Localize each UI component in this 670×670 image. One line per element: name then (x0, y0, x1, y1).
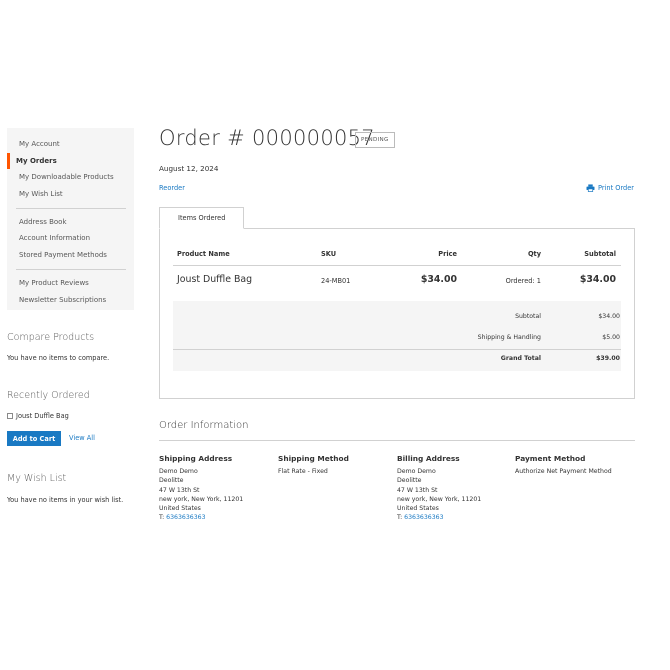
recent-item-checkbox[interactable] (7, 413, 13, 419)
order-information-divider (159, 440, 635, 441)
col-header-price: Price (438, 250, 457, 258)
tab-items-ordered[interactable]: Items Ordered (159, 207, 244, 229)
payment-method-value: Authorize Net Payment Method (515, 468, 612, 475)
nav-account-information[interactable]: Account Information (7, 230, 134, 247)
shipping-method-value: Flat Rate - Fixed (278, 468, 328, 475)
shipping-company: Deolitte (159, 477, 184, 485)
billing-phone-prefix: T: (397, 514, 403, 522)
nav-address-book[interactable]: Address Book (7, 214, 134, 231)
print-order-link[interactable]: Print Order (586, 184, 634, 192)
shipping-address-block: Shipping Address Demo Demo Deolitte 47 W… (159, 454, 277, 523)
compare-products-title: Compare Products (7, 332, 95, 343)
grand-total-label: Grand Total (500, 355, 541, 362)
nav-downloadable-products[interactable]: My Downloadable Products (7, 169, 134, 186)
shipping-label: Shipping & Handling (477, 334, 541, 341)
billing-street: 47 W 13th St (397, 486, 438, 494)
billing-company: Deolitte (397, 477, 422, 485)
subtotal-label: Subtotal (515, 313, 541, 320)
nav-my-orders[interactable]: My Orders (7, 152, 134, 170)
recently-ordered-title: Recently Ordered (7, 390, 90, 401)
billing-address-block: Billing Address Demo Demo Deolitte 47 W … (397, 454, 515, 523)
shipping-method-heading: Shipping Method (278, 454, 349, 463)
item-product-name: Joust Duffle Bag (177, 274, 253, 285)
account-sidebar-nav: My Account My Orders My Downloadable Pro… (7, 128, 134, 310)
item-sku: 24-MB01 (321, 277, 351, 285)
shipping-street: 47 W 13th St (159, 486, 200, 494)
payment-method-heading: Payment Method (515, 454, 586, 463)
nav-newsletter-subscriptions[interactable]: Newsletter Subscriptions (7, 292, 134, 309)
table-header-divider (173, 265, 621, 266)
nav-my-account[interactable]: My Account (7, 136, 134, 153)
shipping-value: $5.00 (602, 334, 620, 341)
nav-product-reviews[interactable]: My Product Reviews (7, 275, 134, 292)
print-order-label: Print Order (597, 184, 634, 192)
billing-name: Demo Demo (397, 468, 436, 475)
shipping-phone-prefix: T: (159, 514, 165, 522)
subtotal-value: $34.00 (598, 313, 620, 320)
shipping-country: United States (159, 505, 201, 513)
col-header-subtotal: Subtotal (584, 250, 616, 258)
nav-wish-list[interactable]: My Wish List (7, 186, 134, 203)
col-header-product: Product Name (177, 250, 230, 258)
add-to-cart-button[interactable]: Add to Cart (7, 431, 61, 446)
item-price: $34.00 (420, 274, 457, 285)
shipping-method-block: Shipping Method Flat Rate - Fixed (278, 454, 396, 476)
grand-total-value: $39.00 (596, 355, 620, 362)
order-date: August 12, 2024 (159, 164, 219, 173)
col-header-sku: SKU (321, 250, 337, 258)
item-subtotal: $34.00 (579, 274, 616, 285)
printer-icon (586, 184, 595, 192)
reorder-link[interactable]: Reorder (159, 184, 185, 192)
nav-divider (16, 268, 126, 270)
billing-phone-link[interactable]: 6363636363 (404, 514, 443, 521)
order-information-title: Order Information (159, 420, 249, 431)
shipping-phone-row: T: 6363636363 (159, 513, 277, 522)
billing-city: new york, New York, 11201 (397, 495, 482, 503)
billing-address-heading: Billing Address (397, 454, 460, 463)
view-all-link[interactable]: View All (69, 434, 95, 442)
recent-item-name[interactable]: Joust Duffle Bag (16, 412, 69, 420)
billing-country: United States (397, 505, 439, 513)
wishlist-empty-text: You have no items in your wish list. (7, 496, 124, 504)
payment-method-block: Payment Method Authorize Net Payment Met… (515, 454, 633, 476)
nav-stored-payment-methods[interactable]: Stored Payment Methods (7, 247, 134, 264)
recent-item: Joust Duffle Bag (7, 412, 69, 420)
page-title: Order # 000000057 (159, 126, 375, 150)
billing-phone-row: T: 6363636363 (397, 513, 515, 522)
item-qty: Ordered: 1 (505, 277, 541, 285)
col-header-qty: Qty (527, 250, 541, 258)
shipping-name: Demo Demo (159, 468, 198, 475)
shipping-address-heading: Shipping Address (159, 454, 233, 463)
order-status-badge: PENDING (355, 132, 395, 148)
compare-empty-text: You have no items to compare. (7, 354, 110, 362)
nav-divider (16, 207, 126, 209)
shipping-city: new york, New York, 11201 (159, 495, 244, 503)
totals-divider (173, 349, 621, 350)
wishlist-title: My Wish List (7, 473, 67, 484)
order-totals (173, 301, 621, 371)
shipping-phone-link[interactable]: 6363636363 (166, 514, 205, 521)
